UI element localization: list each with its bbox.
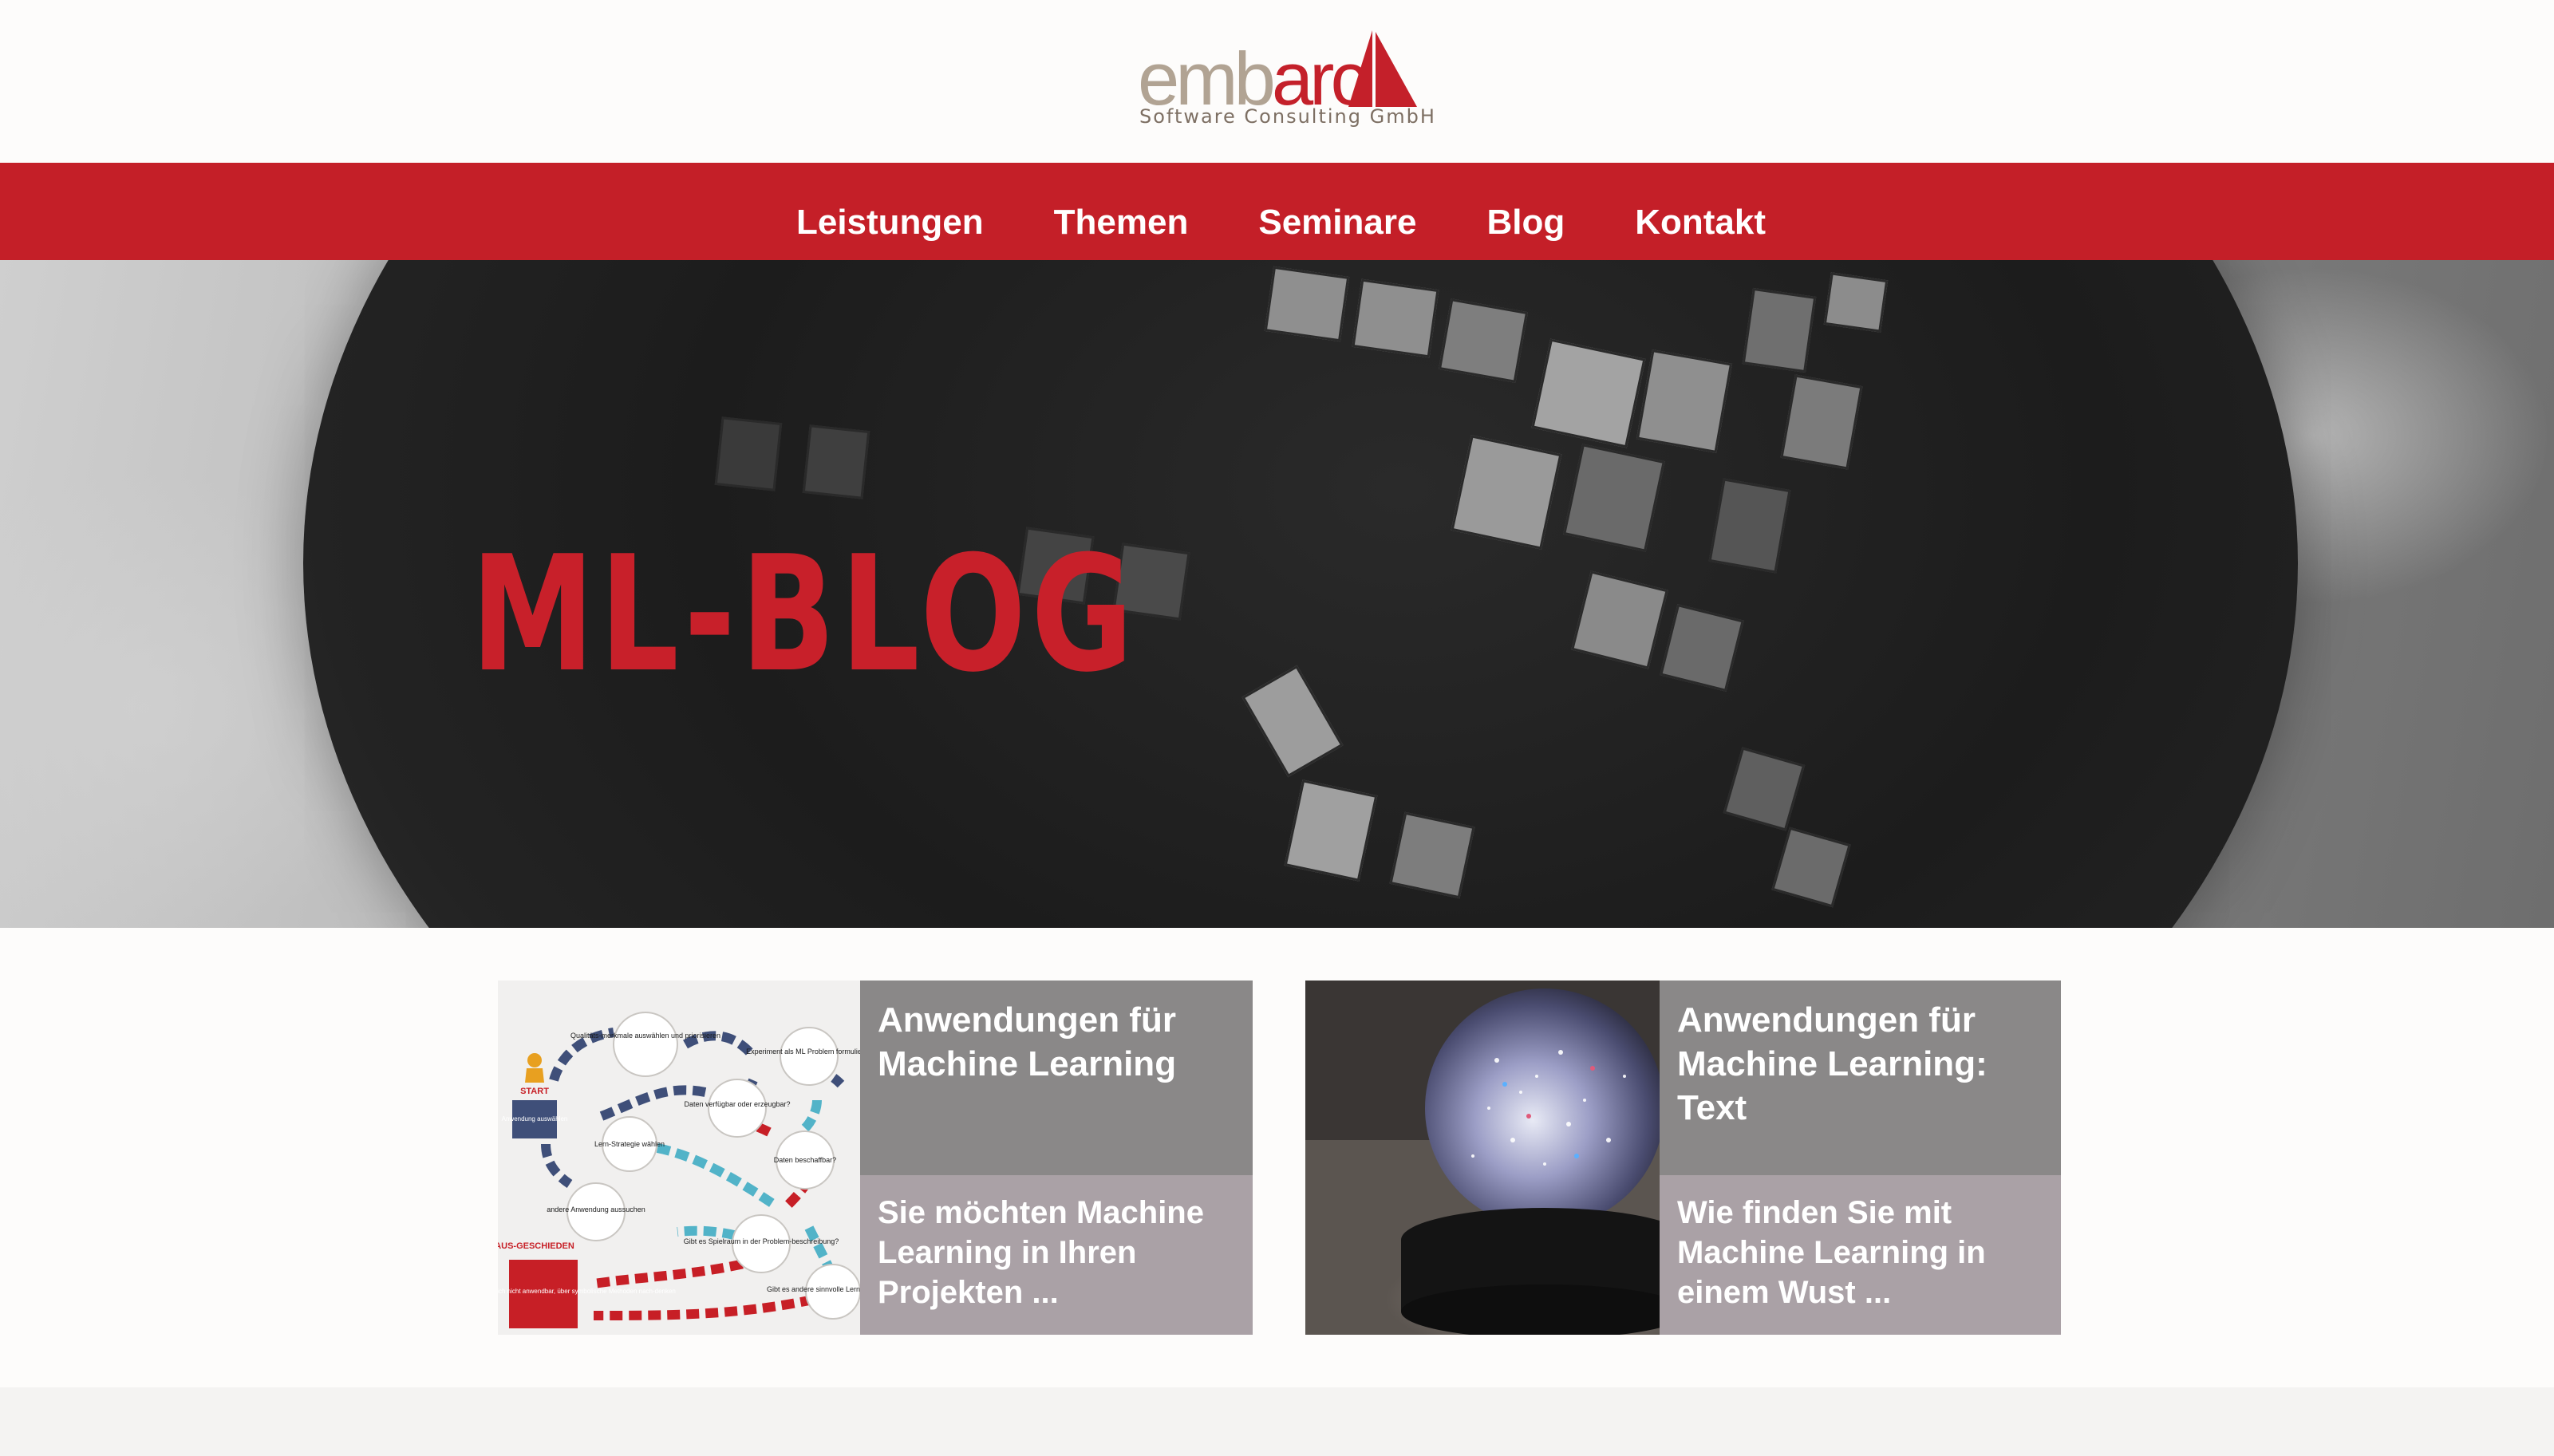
diagram-out-label: AUS-GESCHIEDEN [498, 1241, 574, 1251]
diagram-node-label: Lern-Strategie wählen [594, 1140, 665, 1148]
blog-post-card[interactable]: Qualitäts-merkmale auswählen und prioris… [498, 981, 1253, 1335]
nav-item-kontakt[interactable]: Kontakt [1635, 203, 1766, 243]
snow-globe-icon [1305, 981, 1660, 1335]
flowchart-diagram-image: Qualitäts-merkmale auswählen und prioris… [498, 981, 860, 1335]
diagram-node-label: Daten verfügbar oder erzeugbar? [684, 1100, 790, 1108]
nav-item-blog[interactable]: Blog [1486, 203, 1565, 243]
diagram-node-label: Gibt es Spielraum in der Problem-beschre… [684, 1237, 839, 1245]
svg-text:Qualitäts-merkmale auswählen u: Qualitäts-merkmale auswählen und prioris… [570, 1032, 720, 1040]
card-excerpt-panel: Wie finden Sie mit Machine Learning in e… [1660, 1175, 2061, 1335]
nav-item-seminare[interactable]: Seminare [1258, 203, 1416, 243]
page-footer [0, 1387, 2554, 1456]
svg-text:andere Anwendung aussuchen: andere Anwendung aussuchen [547, 1205, 645, 1213]
mirror-tile [1438, 298, 1529, 383]
embarc-logo[interactable]: embarc Software Consulting GmbH [1133, 30, 1435, 134]
diagram-out-box: Machine Learning wahrscheinlich nicht an… [498, 1288, 676, 1295]
post-excerpt: Wie finden Sie mit Machine Learning in e… [1677, 1195, 1986, 1310]
post-title[interactable]: Anwendungen für Machine Learning: Text [1677, 998, 2043, 1130]
diagram-node-label: andere Anwendung aussuchen [547, 1205, 645, 1213]
mirror-tile [1742, 287, 1817, 373]
main-navigation: Leistungen Themen Seminare Blog Kontakt [0, 163, 2554, 260]
mirror-tile [1389, 811, 1475, 899]
card-excerpt-panel: Sie möchten Machine Learning in Ihren Pr… [860, 1175, 1253, 1335]
site-header: embarc Software Consulting GmbH [0, 0, 2554, 163]
diagram-node-label: Daten beschaffbar? [774, 1156, 836, 1164]
svg-text:Gibt es andere sinnvolle Lern-: Gibt es andere sinnvolle Lern-Strategien… [767, 1285, 860, 1293]
svg-text:Daten beschaffbar?: Daten beschaffbar? [774, 1156, 836, 1164]
mirror-tile [802, 424, 870, 499]
post-title[interactable]: Anwendungen für Machine Learning [878, 998, 1235, 1086]
svg-text:Lern-Strategie wählen: Lern-Strategie wählen [594, 1140, 665, 1148]
mirror-tile [1823, 272, 1889, 333]
diagram-node-label: Qualitäts-merkmale auswählen und prioris… [570, 1032, 720, 1040]
diagram-start-box: Anwendung auswählen [502, 1115, 568, 1123]
diagram-start-label: START [520, 1087, 549, 1096]
diagram-node-label: Experiment als ML Problem formulieren [746, 1048, 860, 1056]
card-title-panel: Anwendungen für Machine Learning: Text [1660, 981, 2061, 1175]
mirror-tile [714, 416, 783, 491]
mirror-tile [1352, 278, 1439, 358]
mirror-tile [1636, 349, 1733, 453]
mirror-tile [1264, 266, 1350, 342]
mirror-tile [1708, 478, 1791, 574]
mirror-tile [1451, 435, 1562, 550]
svg-text:Experiment als ML Problem form: Experiment als ML Problem formulieren [746, 1048, 860, 1056]
blog-post-card[interactable]: Anwendungen für Machine Learning: Text W… [1305, 981, 2061, 1335]
nav-item-themen[interactable]: Themen [1054, 203, 1189, 243]
sail-icon [1348, 30, 1417, 107]
svg-text:Daten verfügbar oder erzeugbar: Daten verfügbar oder erzeugbar? [684, 1100, 790, 1108]
nav-item-leistungen[interactable]: Leistungen [796, 203, 984, 243]
hero-banner: ML-BLOG [0, 260, 2554, 928]
hero-title: ML-BLOG [471, 522, 1139, 708]
card-title-panel: Anwendungen für Machine Learning [860, 981, 1253, 1175]
diagram-node-label: Gibt es andere sinnvolle Lern-Strategien… [767, 1285, 860, 1293]
post-excerpt: Sie möchten Machine Learning in Ihren Pr… [878, 1195, 1204, 1310]
flowchart-diagram: Qualitäts-merkmale auswählen und prioris… [498, 981, 860, 1335]
svg-text:Gibt es Spielraum in der Probl: Gibt es Spielraum in der Problem-beschre… [684, 1237, 839, 1245]
snow-globe-photo [1305, 981, 1660, 1335]
mirror-tile [1780, 374, 1863, 470]
logo-tagline: Software Consulting GmbH [1139, 105, 1436, 128]
